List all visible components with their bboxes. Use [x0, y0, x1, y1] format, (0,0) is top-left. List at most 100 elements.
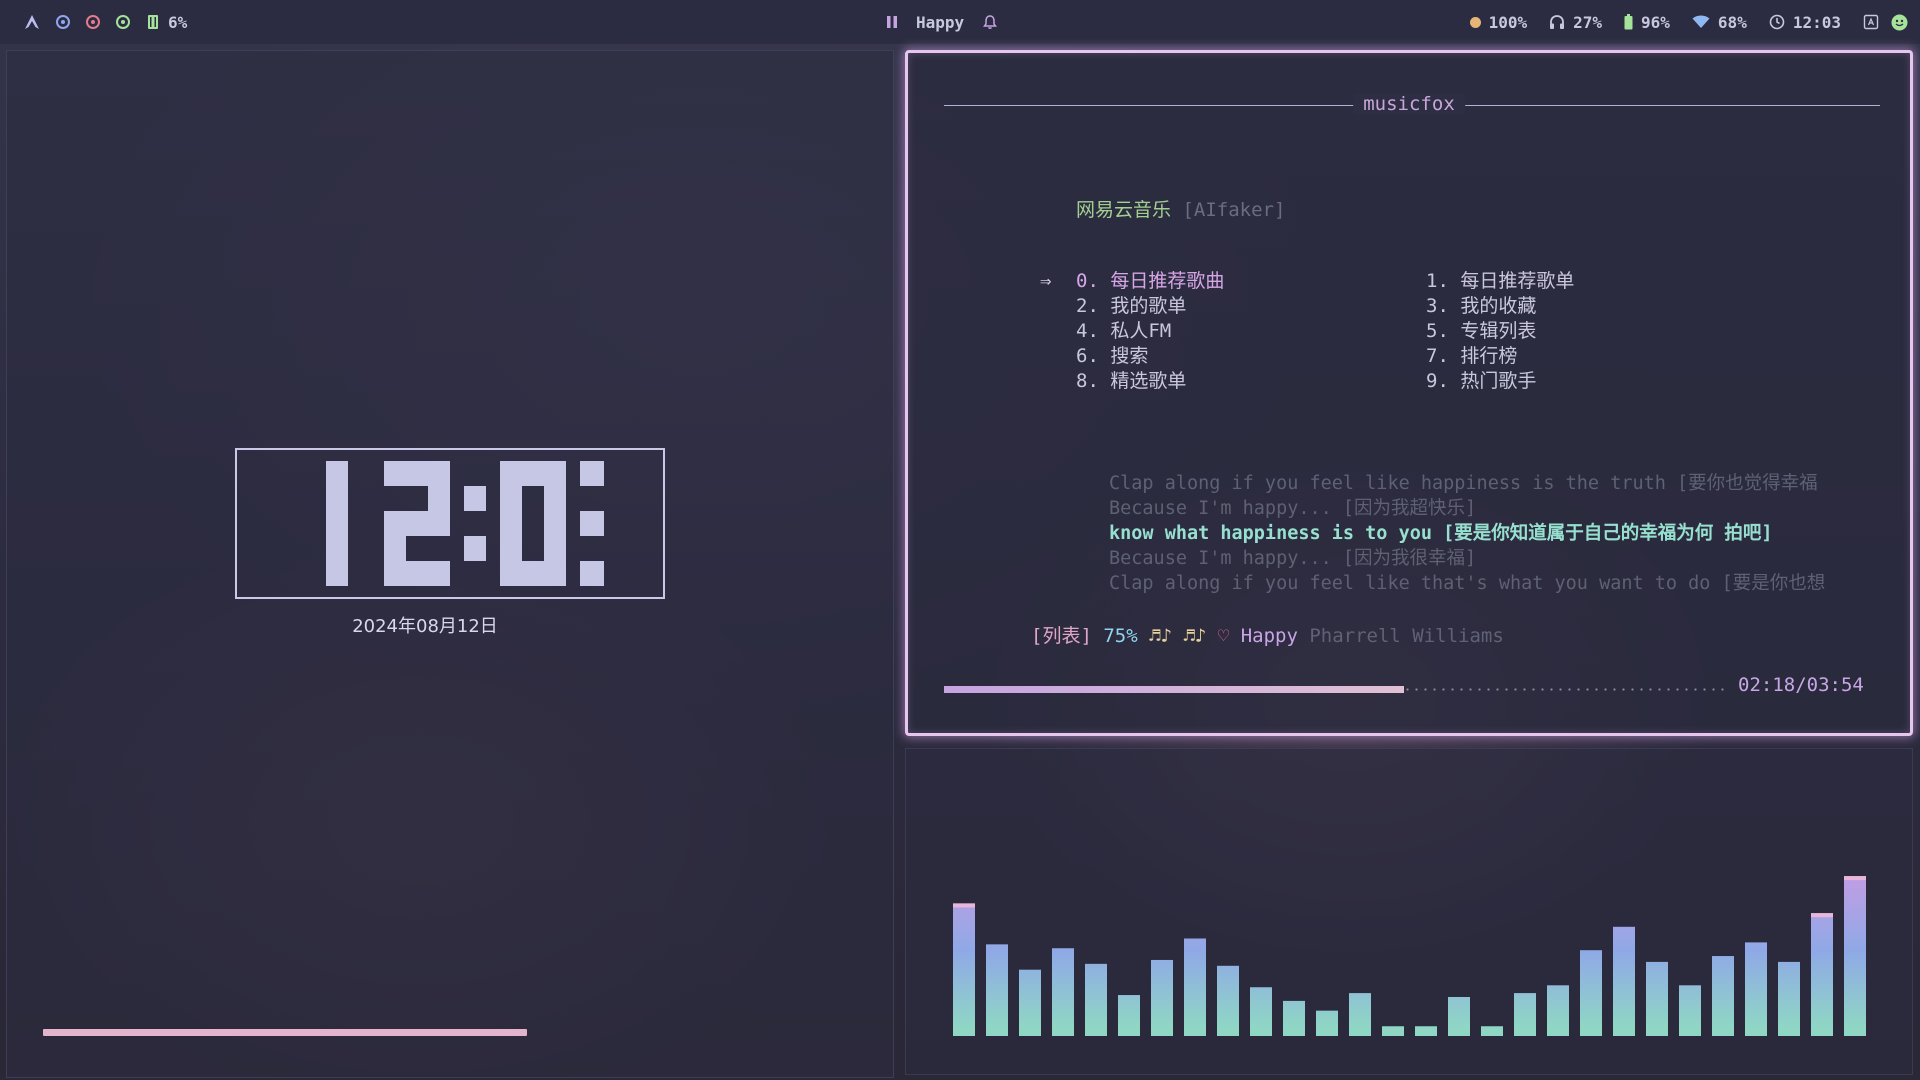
visualizer-bar-cap: [1481, 1026, 1503, 1030]
clock-pixel: [428, 486, 450, 511]
lyrics-panel: Clap along if you feel like happiness is…: [1109, 471, 1889, 596]
visualizer-bar: [1811, 913, 1833, 1036]
visualizer-bar: [1514, 993, 1536, 1036]
clock-pixel: [500, 561, 522, 586]
media-track-title[interactable]: Happy: [916, 13, 964, 32]
app-name: 网易云音乐: [1076, 199, 1172, 221]
song-title: Happy: [1240, 625, 1298, 647]
visualizer-bar-cap: [1448, 997, 1470, 1001]
audio-visualizer: [905, 748, 1913, 1075]
clock-pixel: [580, 461, 602, 486]
lyric-line: Because I'm happy... [因为我超快乐]: [1109, 498, 1477, 519]
menu-item[interactable]: 7. 排行榜: [1390, 344, 1740, 369]
menu-item[interactable]: 2. 我的歌单: [1040, 294, 1390, 319]
visualizer-bar: [986, 944, 1008, 1036]
pause-icon[interactable]: [886, 15, 898, 29]
menu-item[interactable]: ⇒ 0. 每日推荐歌曲: [1040, 269, 1390, 294]
lyric-line: Because I'm happy... [因为我很幸福]: [1109, 548, 1477, 569]
left-progress-bar: [43, 1029, 527, 1036]
media-control: Happy: [886, 0, 998, 44]
menu-item-label: 2. 我的歌单: [1076, 295, 1187, 317]
visualizer-bar: [1349, 993, 1371, 1036]
menu-item[interactable]: 6. 搜索: [1040, 344, 1390, 369]
clock-pixel: [326, 511, 348, 536]
top-bar: 6% Happy 100% 27% 96% 68% 12:03: [0, 0, 1920, 44]
visualizer-bar-cap: [1646, 962, 1668, 966]
progress-fill: [944, 686, 1404, 693]
volume-value[interactable]: 75%: [1103, 625, 1137, 647]
visualizer-bar: [1745, 942, 1767, 1036]
clock-date: 2024年08月12日: [352, 616, 498, 637]
workspace-3-icon[interactable]: [116, 15, 130, 29]
clock-pixel: [464, 536, 486, 561]
clock-pixel: [522, 461, 544, 486]
clock-pixel: [500, 536, 522, 561]
battery-icon: [1624, 14, 1633, 30]
menu-item[interactable]: 8. 精选歌单: [1040, 369, 1390, 394]
menu-row: 6. 搜索 7. 排行榜: [1040, 344, 1740, 369]
visualizer-bar-cap: [1250, 987, 1272, 991]
visualizer-bar-cap: [953, 903, 975, 908]
menu-item[interactable]: 9. 热门歌手: [1390, 369, 1740, 394]
visualizer-bar: [1052, 948, 1074, 1036]
user-name: [AIfaker]: [1182, 199, 1286, 221]
visualizer-bar: [1250, 987, 1272, 1036]
menu-row: ⇒ 0. 每日推荐歌曲 1. 每日推荐歌单: [1040, 269, 1740, 294]
menu-item-label: 8. 精选歌单: [1076, 370, 1187, 392]
visualizer-bars: [953, 876, 1866, 1036]
clock-indicator[interactable]: 12:03: [1769, 13, 1841, 32]
dot-circle-icon[interactable]: [56, 15, 70, 29]
menu-item[interactable]: 5. 专辑列表: [1390, 319, 1740, 344]
headphones-indicator[interactable]: 27%: [1549, 13, 1602, 32]
clock-pixel: [406, 461, 428, 486]
clock-pixel: [326, 536, 348, 561]
visualizer-bar: [1580, 950, 1602, 1036]
visualizer-bar-cap: [1316, 1011, 1338, 1015]
headphones-icon: [1550, 15, 1565, 29]
visualizer-bar-cap: [1415, 1026, 1437, 1030]
clock-pixel: [384, 561, 406, 586]
clock-value: 12:03: [1792, 12, 1841, 32]
visualizer-bar: [1085, 963, 1107, 1036]
clock-pixel: [544, 511, 566, 536]
visualizer-bar-cap: [1679, 985, 1701, 989]
brightness-indicator[interactable]: 100%: [1469, 12, 1528, 32]
clock-pixel: [500, 461, 522, 486]
visualizer-bar: [1184, 938, 1206, 1036]
artist-name: Pharrell Williams: [1309, 625, 1504, 647]
brightness-icon: [1469, 16, 1481, 28]
wifi-indicator[interactable]: 68%: [1692, 13, 1747, 32]
arch-logo-icon[interactable]: [24, 14, 40, 30]
power-menu-icon[interactable]: [1891, 14, 1908, 31]
menu-row: 8. 精选歌单 9. 热门歌手: [1040, 369, 1740, 394]
clock-pixel: [384, 536, 406, 561]
play-mode[interactable]: [列表]: [1031, 625, 1092, 647]
clock-icon: [1769, 14, 1785, 30]
menu-item[interactable]: 3. 我的收藏: [1390, 294, 1740, 319]
visualizer-bar: [1712, 956, 1734, 1036]
clock-pixel: [406, 561, 428, 586]
visualizer-bar-cap: [1811, 913, 1833, 918]
digital-clock: [235, 448, 665, 599]
heart-icon[interactable]: ♡: [1218, 625, 1229, 647]
bell-icon[interactable]: [982, 14, 998, 30]
musicfox-window[interactable]: musicfox 网易云音乐 [AIfaker] ⇒ 0. 每日推荐歌曲 1. 每日…: [905, 50, 1913, 736]
keyboard-layout-icon[interactable]: [1863, 14, 1879, 30]
clock-pixel: [326, 486, 348, 511]
menu-item[interactable]: 4. 私人FM: [1040, 319, 1390, 344]
workspace-2-icon[interactable]: [86, 15, 100, 29]
clock-pixel: [522, 561, 544, 586]
menu-item-label: 1. 每日推荐歌单: [1426, 270, 1575, 292]
menu-item[interactable]: 1. 每日推荐歌单: [1390, 269, 1740, 294]
visualizer-bar: [1019, 969, 1041, 1036]
brightness-value: 100%: [1488, 12, 1528, 32]
visualizer-bar-cap: [1844, 876, 1866, 881]
clock-pixel: [428, 461, 450, 486]
battery-indicator[interactable]: 96%: [1624, 13, 1670, 32]
visualizer-bar-cap: [1349, 993, 1371, 997]
clock-pixel: [500, 511, 522, 536]
lyric-line: Clap along if you feel like that's what …: [1109, 573, 1826, 594]
memory-indicator[interactable]: 6%: [146, 13, 187, 32]
clock-pixel: [464, 486, 486, 511]
clock-pixel: [544, 461, 566, 486]
